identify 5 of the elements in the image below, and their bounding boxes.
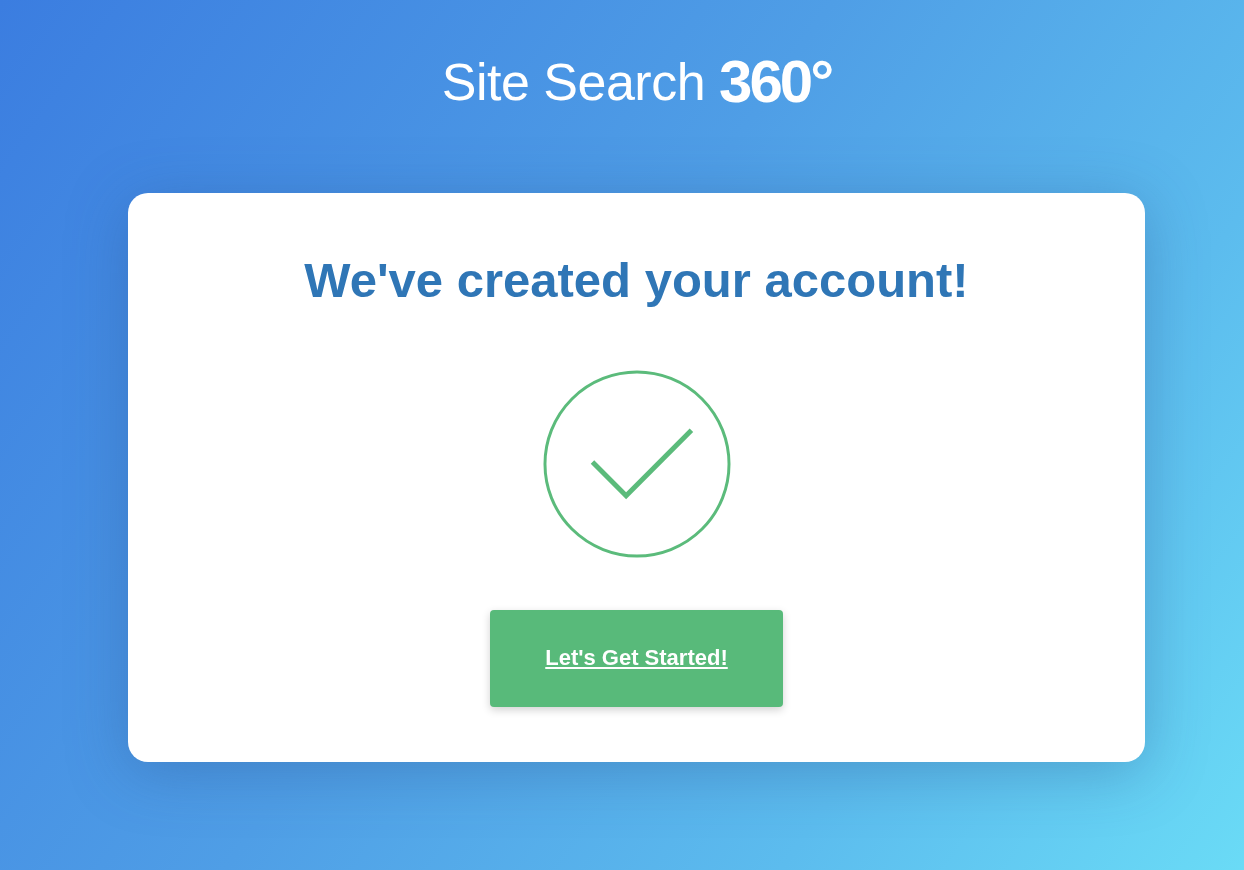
logo-wordmark: Site Search (441, 56, 706, 113)
check-circle-icon (542, 369, 731, 558)
heading: We've created your account! (304, 252, 969, 309)
logo-number: 360° (719, 52, 832, 117)
get-started-button[interactable]: Let's Get Started! (490, 609, 783, 707)
